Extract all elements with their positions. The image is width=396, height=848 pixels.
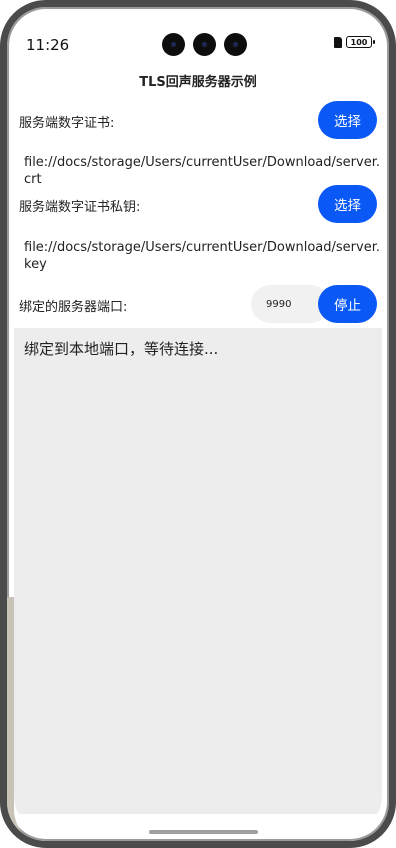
camera-icon — [162, 33, 185, 56]
phone-frame: 11:26 100 TLS回声服务器示例 服务端数字证书: 选择 file://… — [0, 0, 396, 848]
log-area: 绑定到本地端口，等待连接... — [14, 328, 382, 814]
port-label: 绑定的服务器端口: — [19, 300, 128, 315]
status-time: 11:26 — [26, 36, 70, 54]
cert-label: 服务端数字证书: — [19, 116, 115, 131]
camera-icon — [224, 33, 247, 56]
battery-level: 100 — [350, 37, 368, 47]
page-title: TLS回声服务器示例 — [139, 75, 257, 90]
status-bar: 11:26 100 — [14, 14, 382, 56]
home-indicator[interactable] — [149, 830, 258, 834]
select-cert-button[interactable]: 选择 — [318, 101, 377, 139]
battery-icon: 100 — [346, 36, 375, 48]
screen: 11:26 100 TLS回声服务器示例 服务端数字证书: 选择 file://… — [14, 14, 382, 834]
camera-cutouts — [162, 33, 247, 56]
stop-button[interactable]: 停止 — [318, 285, 377, 323]
camera-icon — [193, 33, 216, 56]
key-path: file://docs/storage/Users/currentUser/Do… — [24, 240, 380, 272]
select-key-button[interactable]: 选择 — [318, 185, 377, 223]
cert-path: file://docs/storage/Users/currentUser/Do… — [24, 155, 380, 187]
status-icons: 100 — [334, 36, 375, 48]
sim-card-icon — [334, 36, 342, 48]
key-label: 服务端数字证书私钥: — [19, 200, 141, 215]
log-text: 绑定到本地端口，等待连接... — [24, 340, 219, 358]
